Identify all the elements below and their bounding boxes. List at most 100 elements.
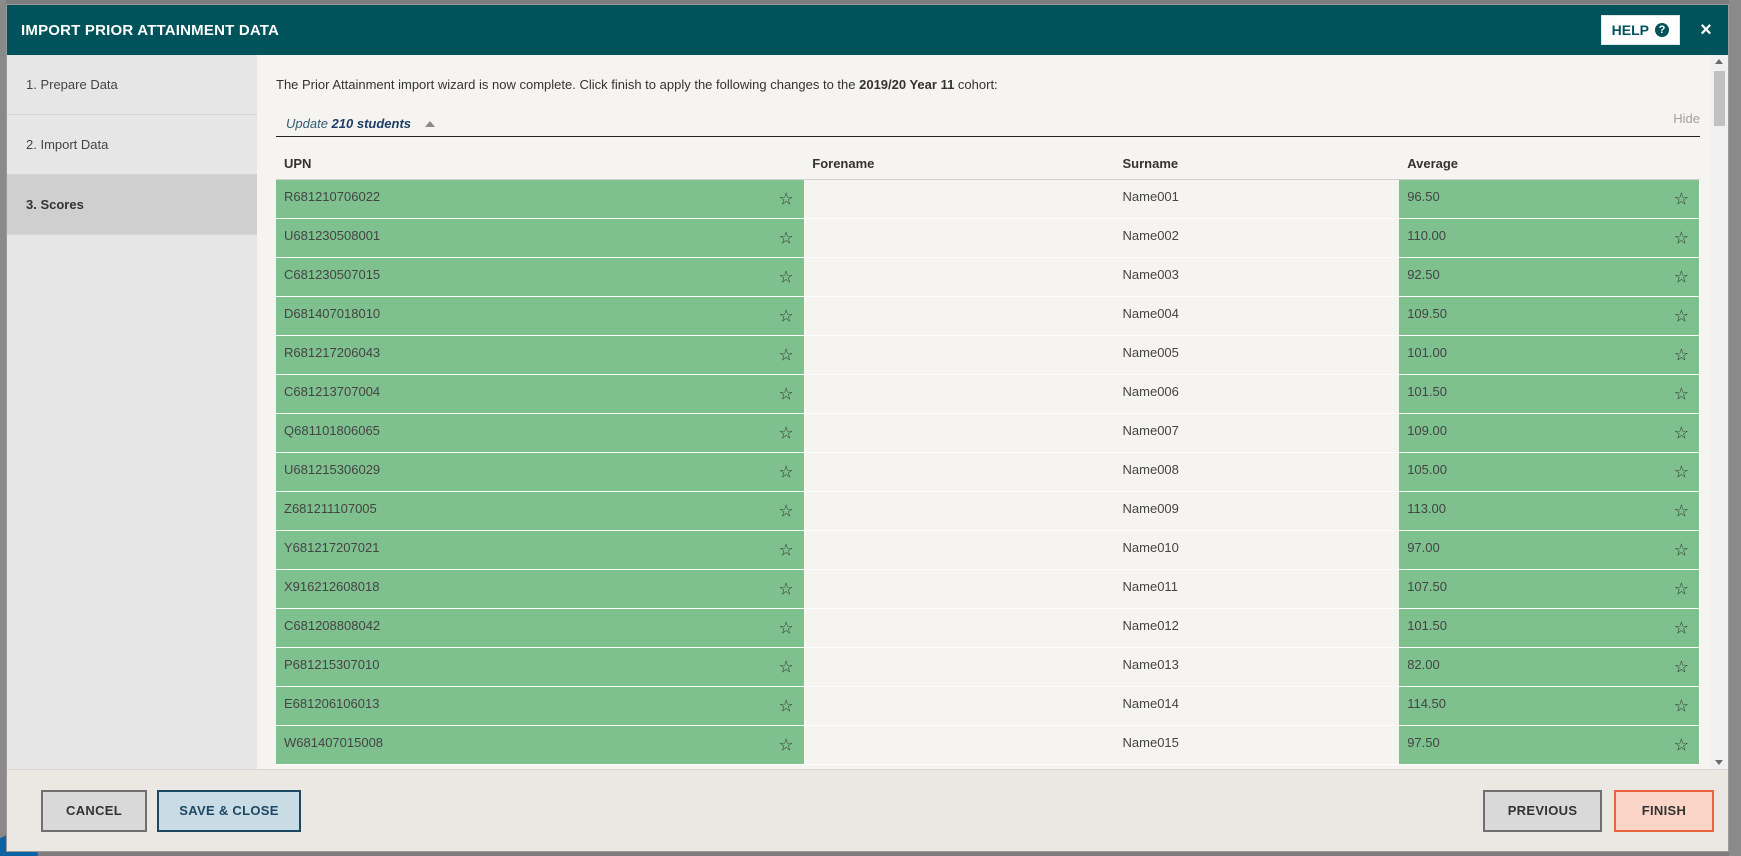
upn-cell: C681213707004 ☆ bbox=[276, 374, 805, 414]
star-icon[interactable]: ☆ bbox=[1674, 385, 1689, 402]
average-cell: 113.00 ☆ bbox=[1399, 491, 1701, 531]
average-cell-text: 101.00 bbox=[1407, 345, 1447, 360]
star-icon[interactable]: ☆ bbox=[779, 658, 794, 675]
star-icon[interactable]: ☆ bbox=[1674, 229, 1689, 246]
upn-cell-text: D681407018010 bbox=[284, 306, 381, 321]
cohort-name: 2019/20 Year 11 bbox=[859, 77, 955, 92]
average-cell: 107.50 ☆ bbox=[1399, 569, 1701, 609]
surname-cell-text: Name006 bbox=[1122, 384, 1179, 399]
star-icon[interactable]: ☆ bbox=[779, 697, 794, 714]
surname-cell-text: Name001 bbox=[1122, 189, 1179, 204]
star-icon[interactable]: ☆ bbox=[1674, 424, 1689, 441]
star-icon[interactable]: ☆ bbox=[779, 307, 794, 324]
update-toggle[interactable]: Update 210 students bbox=[286, 116, 435, 131]
upn-cell: E681206106013 ☆ bbox=[276, 686, 805, 726]
star-icon[interactable]: ☆ bbox=[1674, 307, 1689, 324]
table-row: P681215307010 ☆ Name013 82.00 ☆ bbox=[276, 647, 1701, 687]
upn-cell-text: P681215307010 bbox=[284, 657, 380, 672]
average-cell-text: 109.00 bbox=[1407, 423, 1447, 438]
upn-cell-text: C681208808042 bbox=[284, 618, 381, 633]
scrollbar[interactable] bbox=[1711, 55, 1728, 769]
hide-link[interactable]: Hide bbox=[1673, 111, 1700, 126]
scroll-up-arrow-icon[interactable] bbox=[1715, 59, 1723, 64]
star-icon[interactable]: ☆ bbox=[1674, 736, 1689, 753]
star-icon[interactable]: ☆ bbox=[1674, 658, 1689, 675]
close-icon[interactable]: × bbox=[1698, 19, 1714, 42]
forename-cell bbox=[804, 725, 1115, 765]
forename-cell bbox=[804, 257, 1115, 297]
star-icon[interactable]: ☆ bbox=[1674, 268, 1689, 285]
cancel-button[interactable]: CANCEL bbox=[41, 789, 147, 832]
star-icon[interactable]: ☆ bbox=[779, 229, 794, 246]
upn-cell: U681230508001 ☆ bbox=[276, 218, 805, 258]
forename-cell bbox=[804, 218, 1115, 258]
surname-cell-text: Name005 bbox=[1122, 345, 1179, 360]
column-header-surname[interactable]: Surname bbox=[1114, 149, 1400, 180]
star-icon[interactable]: ☆ bbox=[779, 424, 794, 441]
star-icon[interactable]: ☆ bbox=[779, 268, 794, 285]
upn-cell: Q681101806065 ☆ bbox=[276, 413, 805, 453]
column-header-upn[interactable]: UPN bbox=[276, 149, 805, 180]
surname-cell: Name002 bbox=[1114, 218, 1400, 258]
upn-cell: W681407015008 ☆ bbox=[276, 725, 805, 765]
table-row: C681213707004 ☆ Name006 101.50 ☆ bbox=[276, 374, 1701, 414]
star-icon[interactable]: ☆ bbox=[1674, 619, 1689, 636]
table-header-row: UPN Forename Surname Average bbox=[276, 149, 1700, 180]
surname-cell: Name003 bbox=[1114, 257, 1400, 297]
column-header-forename[interactable]: Forename bbox=[804, 149, 1115, 180]
star-icon[interactable]: ☆ bbox=[1674, 502, 1689, 519]
column-header-average[interactable]: Average bbox=[1399, 149, 1700, 180]
scroll-down-arrow-icon[interactable] bbox=[1715, 760, 1723, 765]
surname-cell-text: Name011 bbox=[1122, 579, 1178, 594]
star-icon[interactable]: ☆ bbox=[779, 736, 794, 753]
star-icon[interactable]: ☆ bbox=[779, 385, 794, 402]
forename-cell bbox=[804, 335, 1115, 375]
upn-cell-text: R681217206043 bbox=[284, 345, 381, 360]
upn-cell-text: C681213707004 bbox=[284, 384, 381, 399]
upn-cell-text: Y681217207021 bbox=[284, 540, 380, 555]
star-icon[interactable]: ☆ bbox=[779, 619, 794, 636]
star-icon[interactable]: ☆ bbox=[779, 502, 794, 519]
average-cell-text: 82.00 bbox=[1407, 657, 1440, 672]
average-cell: 114.50 ☆ bbox=[1399, 686, 1701, 726]
average-cell-text: 113.00 bbox=[1407, 501, 1446, 516]
star-icon[interactable]: ☆ bbox=[1674, 463, 1689, 480]
average-cell-text: 92.50 bbox=[1407, 267, 1440, 282]
save-close-button[interactable]: SAVE & CLOSE bbox=[157, 789, 301, 832]
table-row: Y681217207021 ☆ Name010 97.00 ☆ bbox=[276, 530, 1701, 570]
average-cell: 101.50 ☆ bbox=[1399, 608, 1701, 648]
star-icon[interactable]: ☆ bbox=[779, 346, 794, 363]
table-row: D681407018010 ☆ Name004 109.50 ☆ bbox=[276, 296, 1701, 336]
star-icon[interactable]: ☆ bbox=[1674, 346, 1689, 363]
caret-up-icon bbox=[424, 121, 435, 127]
star-icon[interactable]: ☆ bbox=[779, 580, 794, 597]
star-icon[interactable]: ☆ bbox=[779, 541, 794, 558]
upn-cell: Z681211107005 ☆ bbox=[276, 491, 805, 531]
table-row: C681208808042 ☆ Name012 101.50 ☆ bbox=[276, 608, 1701, 648]
step-prepare-data[interactable]: 1. Prepare Data bbox=[7, 55, 257, 115]
average-cell: 101.50 ☆ bbox=[1399, 374, 1701, 414]
star-icon[interactable]: ☆ bbox=[1674, 580, 1689, 597]
forename-cell bbox=[804, 452, 1115, 492]
average-cell: 109.00 ☆ bbox=[1399, 413, 1701, 453]
scroll-thumb[interactable] bbox=[1714, 71, 1725, 126]
star-icon[interactable]: ☆ bbox=[1674, 190, 1689, 207]
step-import-data[interactable]: 2. Import Data bbox=[7, 115, 257, 175]
upn-cell-text: Z681211107005 bbox=[284, 501, 377, 516]
modal-header: IMPORT PRIOR ATTAINMENT DATA HELP ? × bbox=[7, 5, 1728, 55]
star-icon[interactable]: ☆ bbox=[1674, 541, 1689, 558]
average-cell-text: 101.50 bbox=[1407, 384, 1447, 399]
star-icon[interactable]: ☆ bbox=[779, 190, 794, 207]
previous-button[interactable]: PREVIOUS bbox=[1483, 789, 1602, 832]
surname-cell: Name010 bbox=[1114, 530, 1400, 570]
star-icon[interactable]: ☆ bbox=[779, 463, 794, 480]
update-count: 210 students bbox=[331, 116, 412, 131]
surname-cell-text: Name014 bbox=[1122, 696, 1179, 711]
step-scores[interactable]: 3. Scores bbox=[7, 175, 257, 235]
scores-content: The Prior Attainment import wizard is no… bbox=[257, 55, 1728, 769]
help-button[interactable]: HELP ? bbox=[1600, 15, 1680, 45]
update-prefix: Update bbox=[286, 116, 328, 131]
finish-button[interactable]: FINISH bbox=[1614, 789, 1714, 832]
surname-cell-text: Name003 bbox=[1122, 267, 1179, 282]
star-icon[interactable]: ☆ bbox=[1674, 697, 1689, 714]
